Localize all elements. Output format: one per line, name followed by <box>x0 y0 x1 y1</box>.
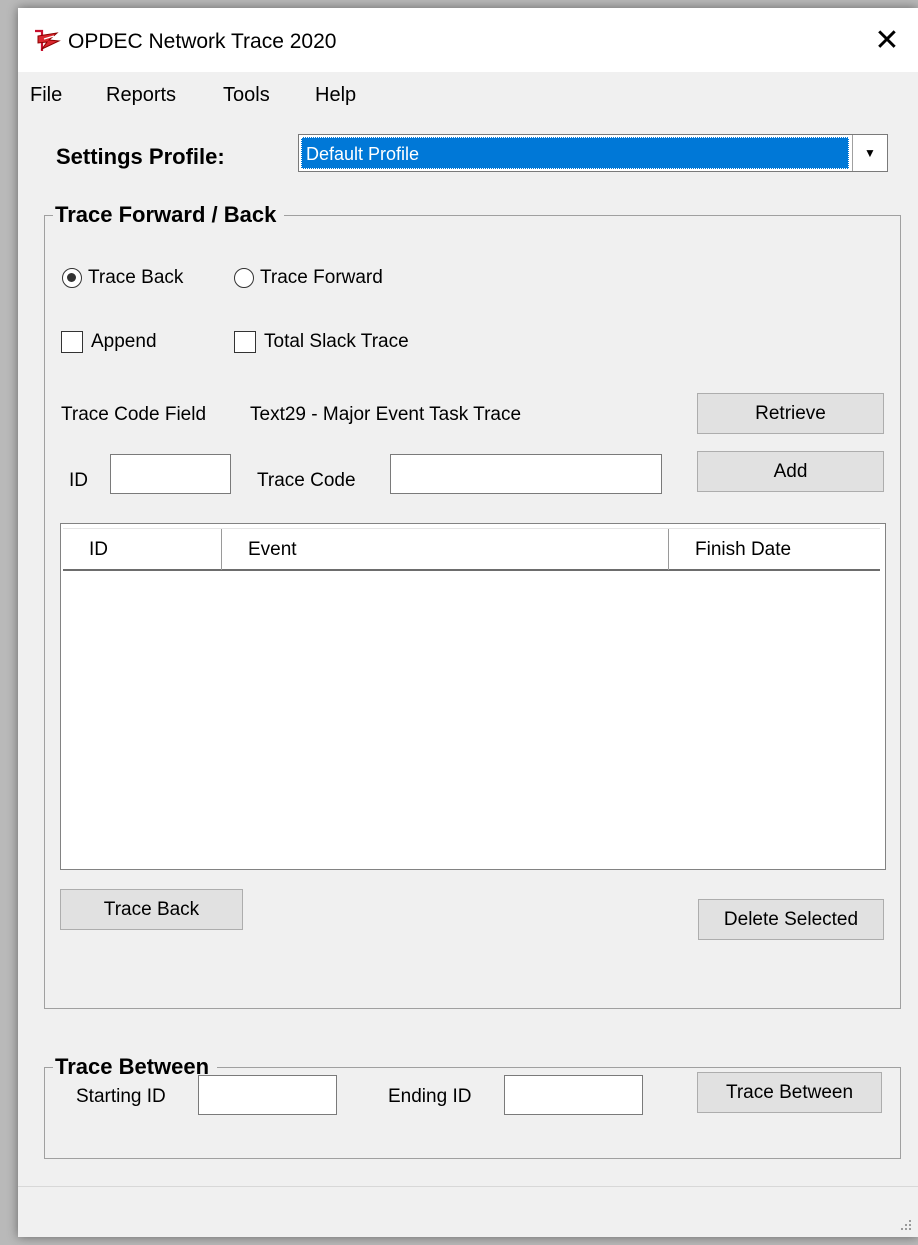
starting-id-label: Starting ID <box>76 1086 166 1107</box>
total-slack-checkbox-box <box>234 331 256 353</box>
radio-trace-forward[interactable]: Trace Forward <box>234 267 383 289</box>
column-header-id[interactable]: ID <box>63 529 222 570</box>
menu-tools[interactable]: Tools <box>223 84 270 107</box>
trace-between-legend: Trace Between <box>53 1054 218 1080</box>
app-logo-icon <box>35 29 61 51</box>
trace-list-view[interactable]: ID Event Finish Date <box>60 523 886 870</box>
append-checkbox-box <box>61 331 83 353</box>
app-window: OPDEC Network Trace 2020 ✕ File Reports … <box>18 8 918 1237</box>
column-header-finish-date[interactable]: Finish Date <box>669 529 880 570</box>
add-button[interactable]: Add <box>697 451 884 492</box>
radio-trace-back-indicator <box>62 268 82 288</box>
trace-back-button[interactable]: Trace Back <box>60 889 243 930</box>
total-slack-label: Total Slack Trace <box>264 331 409 352</box>
list-header: ID Event Finish Date <box>63 528 880 571</box>
ending-id-input[interactable] <box>504 1075 643 1115</box>
trace-code-field-value: Text29 - Major Event Task Trace <box>250 404 522 425</box>
delete-selected-button[interactable]: Delete Selected <box>698 899 884 940</box>
radio-trace-back[interactable]: Trace Back <box>62 267 183 289</box>
menu-reports[interactable]: Reports <box>106 84 176 107</box>
close-icon[interactable]: ✕ <box>856 8 918 72</box>
radio-trace-forward-label: Trace Forward <box>260 267 383 288</box>
dropdown-arrow-icon[interactable]: ▼ <box>852 135 887 171</box>
window-title: OPDEC Network Trace 2020 <box>68 30 337 53</box>
settings-profile-selected: Default Profile <box>301 137 849 169</box>
trace-between-button[interactable]: Trace Between <box>697 1072 882 1113</box>
append-checkbox[interactable]: Append <box>61 331 157 353</box>
resize-grip-icon[interactable] <box>898 1217 912 1231</box>
status-bar <box>18 1186 918 1237</box>
trace-group-legend: Trace Forward / Back <box>53 202 285 228</box>
trace-code-field-label: Trace Code Field <box>61 404 207 425</box>
menu-file[interactable]: File <box>30 84 62 107</box>
column-header-event[interactable]: Event <box>222 529 669 570</box>
trace-code-label: Trace Code <box>257 470 356 491</box>
id-input[interactable] <box>110 454 231 494</box>
radio-trace-forward-indicator <box>234 268 254 288</box>
menu-help[interactable]: Help <box>315 84 356 107</box>
total-slack-trace-checkbox[interactable]: Total Slack Trace <box>234 331 409 353</box>
trace-code-input[interactable] <box>390 454 662 494</box>
title-bar: OPDEC Network Trace 2020 ✕ <box>18 8 918 72</box>
retrieve-button[interactable]: Retrieve <box>697 393 884 434</box>
settings-profile-select[interactable]: Default Profile ▼ <box>298 134 888 172</box>
starting-id-input[interactable] <box>198 1075 337 1115</box>
id-label: ID <box>69 470 88 491</box>
menu-bar: File Reports Tools Help <box>18 72 918 118</box>
radio-trace-back-label: Trace Back <box>88 267 184 288</box>
ending-id-label: Ending ID <box>388 1086 472 1107</box>
settings-profile-label: Settings Profile: <box>56 144 225 169</box>
append-label: Append <box>91 331 157 352</box>
